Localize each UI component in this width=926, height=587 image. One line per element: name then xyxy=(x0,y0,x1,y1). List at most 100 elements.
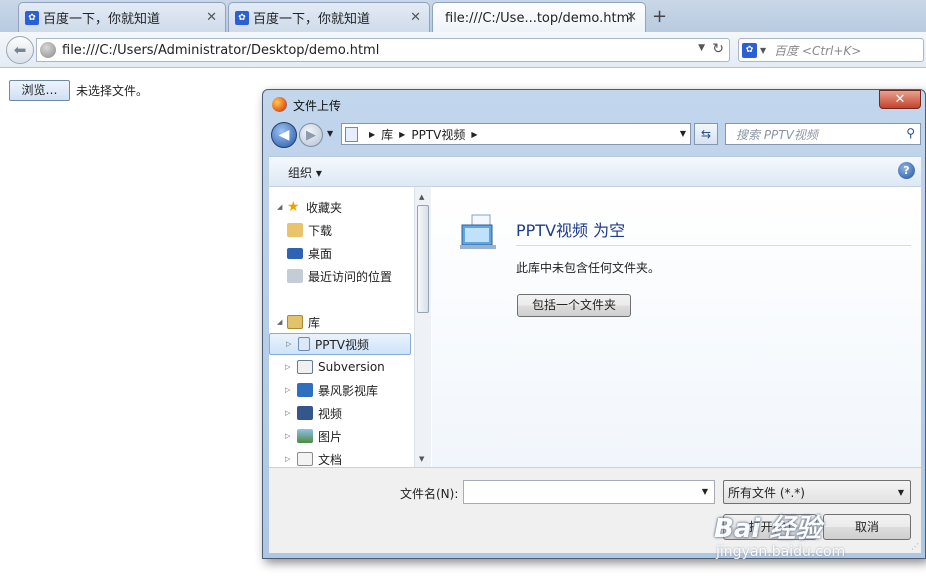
watermark-url: jingyan.baidu.com xyxy=(716,544,846,560)
tree-item-downloads[interactable]: 下载 xyxy=(269,219,413,241)
search-input[interactable]: 搜索 PPTV视频 ⚲ xyxy=(725,123,921,145)
tree-item-baofeng[interactable]: ▷ 暴风影视库 xyxy=(269,379,413,401)
library-icon xyxy=(345,126,358,142)
scroll-down-icon[interactable]: ▼ xyxy=(419,455,424,463)
close-icon[interactable]: ✕ xyxy=(626,10,637,25)
chevron-right-icon[interactable]: ▶ xyxy=(369,130,375,139)
refresh-button[interactable]: ⇆ xyxy=(694,123,718,145)
close-icon: ✕ xyxy=(894,92,906,107)
resize-grip-icon[interactable]: ⋰ xyxy=(911,542,919,551)
tree-item-label: 库 xyxy=(308,315,321,330)
tree-item-label: PPTV视频 xyxy=(315,337,370,352)
baidu-paw-icon: ✿ xyxy=(235,11,249,25)
chevron-down-icon[interactable]: ▼ xyxy=(760,46,766,55)
dialog-toolbar: 组织 ▾ ? xyxy=(269,156,921,186)
close-icon[interactable]: ✕ xyxy=(206,10,217,25)
reload-icon[interactable]: ↻ xyxy=(712,41,724,57)
file-upload-dialog: 文件上传 ✕ ◀ ▶ ▼ ▶ 库 ▶ PPTV视频 ▶ ▼ ⇆ 搜索 PPTV视… xyxy=(262,89,926,559)
firefox-icon xyxy=(272,97,287,112)
tab-label: file:///C:/Use...top/demo.html xyxy=(445,10,633,26)
desktop-icon xyxy=(287,247,303,259)
back-button[interactable]: ◀ xyxy=(271,122,297,148)
baidu-paw-icon[interactable]: ✿ xyxy=(742,42,757,58)
library-empty-panel: PPTV视频 为空 此库中未包含任何文件夹。 包括一个文件夹 xyxy=(432,187,921,468)
subversion-icon xyxy=(297,360,313,374)
include-folder-button[interactable]: 包括一个文件夹 xyxy=(517,294,631,317)
scrollbar-thumb[interactable] xyxy=(417,205,429,313)
dialog-close-button[interactable]: ✕ xyxy=(879,90,921,109)
tab-demo[interactable]: file:///C:/Use...top/demo.html ✕ xyxy=(432,2,646,33)
tree-item-recent[interactable]: 最近访问的位置 xyxy=(269,265,413,287)
tab-baidu-2[interactable]: ✿ 百度一下，你就知道 ✕ xyxy=(228,2,430,32)
breadcrumb[interactable]: ▶ 库 ▶ PPTV视频 ▶ ▼ xyxy=(341,123,691,145)
breadcrumb-item[interactable]: PPTV视频 xyxy=(411,126,465,143)
breadcrumb-item[interactable]: 库 xyxy=(381,126,393,143)
tree-item-label: 最近访问的位置 xyxy=(308,269,393,284)
chevron-down-icon[interactable]: ▼ xyxy=(702,487,708,496)
search-icon[interactable]: ⚲ xyxy=(906,126,915,140)
navigation-tree: ◢ ★ 收藏夹 下载 桌面 最近访问的位置 ◢ 库 ▷ PPTV视频 ▷ Sub… xyxy=(269,187,413,468)
filetype-select[interactable]: 所有文件 (*.*) ▼ xyxy=(723,480,911,504)
forward-button[interactable]: ▶ xyxy=(299,123,323,147)
no-file-text: 未选择文件。 xyxy=(76,84,149,98)
tree-item-label: 视频 xyxy=(318,406,343,421)
tree-item-pictures[interactable]: ▷ 图片 xyxy=(269,425,413,447)
filename-label: 文件名(N): xyxy=(400,487,459,501)
library-empty-icon xyxy=(460,214,496,249)
organize-menu[interactable]: 组织 ▾ xyxy=(288,164,322,181)
arrow-left-icon: ◀ xyxy=(278,127,290,143)
chevron-right-icon[interactable]: ▶ xyxy=(471,130,477,139)
library-icon xyxy=(298,337,310,351)
tree-item-videos[interactable]: ▷ 视频 xyxy=(269,402,413,424)
empty-title: PPTV视频 为空 xyxy=(516,221,626,240)
picture-icon xyxy=(297,429,313,443)
expand-icon[interactable]: ◢ xyxy=(277,203,287,211)
watermark-logo: Bai 经验 xyxy=(714,514,822,544)
dialog-body: ◢ ★ 收藏夹 下载 桌面 最近访问的位置 ◢ 库 ▷ PPTV视频 ▷ Sub… xyxy=(269,186,921,468)
help-icon[interactable]: ? xyxy=(898,162,915,179)
expand-icon[interactable]: ▷ xyxy=(285,363,295,371)
back-button[interactable]: ⬅ xyxy=(6,36,34,64)
expand-icon[interactable]: ▷ xyxy=(285,432,295,440)
expand-icon[interactable]: ▷ xyxy=(285,455,295,463)
browse-button[interactable]: 浏览… xyxy=(9,80,70,101)
chevron-right-icon[interactable]: ▶ xyxy=(399,130,405,139)
tree-item-favorites[interactable]: ◢ ★ 收藏夹 xyxy=(269,196,413,218)
tree-item-subversion[interactable]: ▷ Subversion xyxy=(269,356,413,378)
tree-item-label: 下载 xyxy=(308,223,333,238)
expand-icon[interactable]: ▷ xyxy=(286,340,296,348)
filename-input[interactable]: ▼ xyxy=(463,480,715,504)
tree-scrollbar[interactable]: ▲ ▼ xyxy=(414,187,431,468)
close-icon[interactable]: ✕ xyxy=(410,10,421,25)
dialog-title: 文件上传 xyxy=(293,99,342,113)
recent-locations-dropdown[interactable]: ▼ xyxy=(327,129,333,138)
tree-item-pptv[interactable]: ▷ PPTV视频 xyxy=(269,333,411,355)
libraries-icon xyxy=(287,315,303,329)
chevron-down-icon[interactable]: ▼ xyxy=(680,129,686,138)
address-bar[interactable]: file:///C:/Users/Administrator/Desktop/d… xyxy=(36,38,730,62)
jingyan-watermark: Bai 经验 jingyan.baidu.com xyxy=(712,508,912,572)
arrow-right-icon: ▶ xyxy=(306,127,316,143)
empty-description: 此库中未包含任何文件夹。 xyxy=(516,261,661,275)
expand-icon[interactable]: ▷ xyxy=(285,386,295,394)
globe-icon xyxy=(40,42,56,58)
expand-icon[interactable]: ▷ xyxy=(285,409,295,417)
chevron-down-icon[interactable]: ▼ xyxy=(698,43,705,53)
tab-baidu-1[interactable]: ✿ 百度一下，你就知道 ✕ xyxy=(18,2,226,32)
tree-item-label: Subversion xyxy=(318,360,385,374)
tree-item-desktop[interactable]: 桌面 xyxy=(269,242,413,264)
expand-icon[interactable]: ◢ xyxy=(277,318,287,326)
new-tab-button[interactable]: + xyxy=(652,6,667,27)
search-bar[interactable]: ✿ ▼ 百度 <Ctrl+K> xyxy=(738,38,924,62)
tree-item-label: 桌面 xyxy=(308,246,333,261)
navigation-bar: ⬅ file:///C:/Users/Administrator/Desktop… xyxy=(0,32,926,68)
divider xyxy=(516,245,911,246)
scroll-up-icon[interactable]: ▲ xyxy=(419,193,424,201)
search-placeholder: 搜索 PPTV视频 xyxy=(736,127,818,142)
tab-label: 百度一下，你就知道 xyxy=(253,12,371,27)
chevron-down-icon[interactable]: ▼ xyxy=(898,488,904,497)
download-folder-icon xyxy=(287,223,303,237)
tree-item-libraries[interactable]: ◢ 库 xyxy=(269,311,413,333)
url-text: file:///C:/Users/Administrator/Desktop/d… xyxy=(62,42,380,58)
tree-item-label: 暴风影视库 xyxy=(318,383,379,398)
